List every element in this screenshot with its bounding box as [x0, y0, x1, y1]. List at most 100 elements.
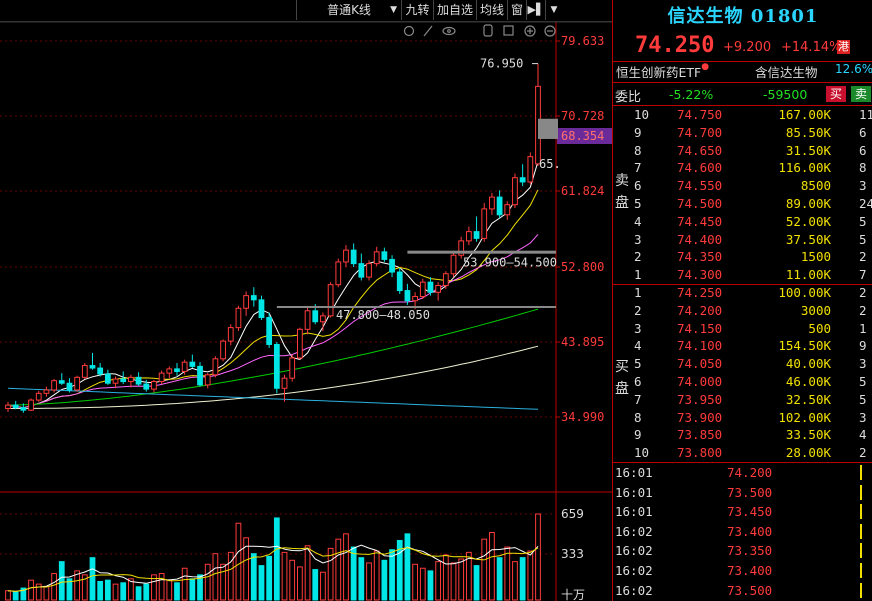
tick-list[interactable]: 16:01 74.200 16:01 73.500 16:01 73.450 16:02 73…: [613, 462, 872, 601]
bid-row[interactable]: 2 74.200 3000 2: [613, 302, 872, 320]
candle-body: [389, 258, 395, 273]
ask-orders: 7: [859, 267, 867, 283]
bid-row[interactable]: 1 74.250 100.00K 2: [613, 284, 872, 302]
ask-volume: 8500: [800, 178, 831, 194]
ask-volume: 116.00K: [778, 160, 831, 176]
zoom-in-plus-icon: [527, 28, 533, 34]
etf-holding-label: 含信达生物: [755, 65, 818, 80]
volume-bar: [435, 561, 442, 601]
support-zone-1: [407, 250, 556, 254]
bid-price: 73.850: [677, 427, 723, 443]
candle-body: [151, 381, 157, 390]
bid-row[interactable]: 3 74.150 500 1: [613, 320, 872, 338]
bid-row[interactable]: 9 73.850 33.50K 4: [613, 426, 872, 444]
candle-body: [166, 368, 173, 374]
more-dropdown-icon[interactable]: ▼: [545, 0, 562, 20]
tick-volume-marker: [860, 543, 862, 559]
bid-row[interactable]: 10 73.800 28.00K 2: [613, 444, 872, 462]
volume-bar: [412, 563, 418, 601]
kline-mode-select[interactable]: 普通K线 ▼: [296, 0, 401, 20]
candle-body: [97, 367, 104, 375]
ask-level: 6: [634, 178, 642, 194]
volume-bar: [273, 517, 280, 601]
ask-row[interactable]: 7 74.600 116.00K 8: [613, 159, 872, 177]
tick-time: 16:02: [615, 582, 653, 598]
price-axis: 79.633 70.728 61.824 52.800 43.895 34.990 68.3…: [556, 34, 612, 601]
volume-bar: [135, 586, 142, 601]
bid-row[interactable]: 8 73.900 102.00K 3: [613, 409, 872, 427]
bid-price: 74.050: [677, 356, 723, 372]
ask-row[interactable]: 1 74.300 11.00K 7: [613, 266, 872, 284]
candle-body: [104, 373, 111, 384]
volume-bar: [281, 551, 288, 601]
chart-tools: [403, 24, 556, 37]
candle-body: [81, 365, 88, 378]
ask-row[interactable]: 3 74.400 37.50K 5: [613, 231, 872, 249]
bid-row[interactable]: 7 73.950 32.50K 5: [613, 391, 872, 409]
price-tick-label: 70.728: [561, 109, 604, 123]
buy-button[interactable]: 买: [826, 86, 846, 102]
ask-orders: 6: [859, 124, 867, 140]
ask-row[interactable]: 2 74.350 1500 2: [613, 248, 872, 266]
bid-volume: 40.00K: [785, 356, 831, 372]
candle-body: [304, 310, 311, 330]
ask-row[interactable]: 10 74.750 167.00K 11: [613, 106, 872, 124]
bid-row[interactable]: 6 74.000 46.00K 5: [613, 373, 872, 391]
eye-icon[interactable]: [442, 26, 456, 36]
candle-body: [112, 378, 119, 384]
bid-volume: 46.00K: [785, 374, 831, 389]
bid-orders: 4: [859, 427, 867, 443]
bid-price: 74.250: [677, 285, 723, 300]
ask-row[interactable]: 4 74.450 52.00K 5: [613, 213, 872, 231]
candle-body: [220, 340, 226, 360]
ask-price: 74.600: [677, 160, 723, 176]
ask-row[interactable]: 6 74.550 8500 3: [613, 177, 872, 195]
ask-level: 9: [634, 124, 642, 140]
kline-chart[interactable]: 79.633 70.728 61.824 52.800 43.895 34.990 68.3…: [0, 22, 612, 601]
bid-price: 74.200: [677, 302, 723, 318]
bid-price: 74.150: [677, 320, 723, 336]
window-button[interactable]: 窗: [507, 0, 526, 20]
ask-row[interactable]: 9 74.700 85.50K 6: [613, 124, 872, 142]
volume-bar: [381, 559, 388, 601]
ask-level: 4: [634, 213, 642, 229]
tick-time: 16:01: [615, 504, 653, 520]
stock-name: 信达生物: [667, 6, 744, 27]
ma-button[interactable]: 均线: [476, 0, 507, 20]
settings-icon[interactable]: [403, 25, 415, 37]
hand-icon[interactable]: [483, 24, 493, 37]
candle-body: [51, 380, 57, 391]
ask-orders: 5: [859, 231, 867, 247]
candle-body: [519, 177, 526, 183]
ask-row[interactable]: 8 74.650 31.50K 6: [613, 142, 872, 160]
volume-bar: [343, 533, 349, 601]
candle-body: [243, 295, 249, 309]
bid-row[interactable]: 4 74.100 154.50K 9: [613, 337, 872, 355]
divider: [613, 82, 872, 83]
candle-body: [465, 231, 472, 242]
ask-row[interactable]: 5 74.500 89.00K 24: [613, 195, 872, 213]
ask-level: 1: [634, 267, 642, 283]
bid-price: 73.950: [677, 391, 723, 407]
tick-price: 73.350: [727, 543, 773, 559]
bid-volume: 32.50K: [785, 391, 831, 407]
add-watch-button[interactable]: 加自选: [433, 0, 476, 20]
nine-turn-button[interactable]: 九转: [401, 0, 433, 20]
candle-body: [381, 251, 388, 260]
crop-icon[interactable]: [503, 25, 514, 36]
sell-button[interactable]: 卖: [851, 86, 871, 102]
stock-code: 01801: [750, 6, 819, 27]
bid-level: 3: [634, 320, 642, 336]
bid-level: 10: [634, 445, 650, 461]
volume-bar: [335, 538, 342, 601]
etf-link[interactable]: 恒生创新药ETF●: [616, 62, 709, 81]
ask-volume: 31.50K: [785, 142, 831, 158]
candle-body: [266, 317, 273, 345]
bid-row[interactable]: 5 74.050 40.00K 3: [613, 355, 872, 373]
draw-pen-icon[interactable]: [423, 25, 433, 37]
volume-bar: [458, 558, 465, 601]
candle-body: [335, 261, 342, 286]
candle-body: [120, 378, 127, 383]
price-tick-label: 43.895: [561, 335, 604, 349]
step-right-icon[interactable]: ▶▌: [526, 0, 545, 20]
